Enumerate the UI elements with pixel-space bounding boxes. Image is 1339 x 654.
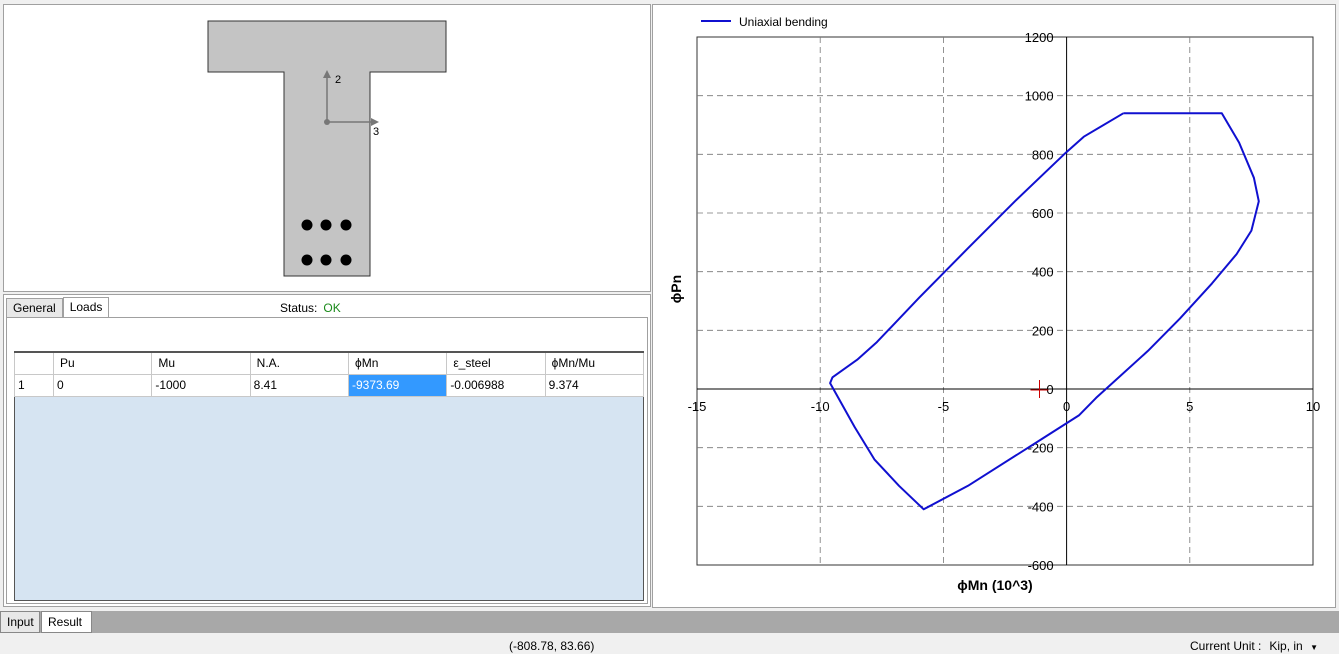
y-axis-title: ϕPn	[668, 275, 684, 303]
status-indicator: Status: OK	[280, 301, 341, 315]
plot-area	[696, 36, 1314, 566]
column-header-na[interactable]: N.A.	[249, 351, 349, 375]
cell-na[interactable]: 8.41	[249, 373, 349, 397]
interaction-diagram[interactable]: -15 -10 -5 0 5 10-600-400-2000200400600800100…	[653, 5, 1335, 607]
cell-pu[interactable]: 0	[52, 373, 153, 397]
y-tick-label: 200	[1032, 323, 1054, 338]
column-header-mu[interactable]: Mu	[151, 351, 251, 375]
unit-label: Current Unit :	[1190, 639, 1262, 653]
table-corner[interactable]	[14, 351, 54, 375]
table-header-row: Pu Mu N.A. ϕMn ε_steel ϕMn/Mu	[14, 351, 645, 375]
section-view-panel: 2 3	[3, 4, 651, 292]
chevron-down-icon[interactable]: ▼	[1310, 643, 1318, 652]
cursor-coordinates: (-808.78, 83.66)	[509, 639, 595, 653]
y-tick-label: 1000	[1025, 89, 1054, 104]
column-header-ratio[interactable]: ϕMn/Mu	[544, 351, 645, 375]
axis-2-label: 2	[335, 74, 341, 86]
tab-input[interactable]: Input	[0, 611, 40, 633]
rebar	[320, 219, 332, 231]
y-tick-label: -600	[1028, 558, 1054, 573]
x-tick-label: 10	[1306, 399, 1320, 414]
unit-value[interactable]: Kip, in	[1269, 639, 1302, 653]
rebar	[340, 254, 352, 266]
tab-loads[interactable]: Loads	[62, 297, 110, 319]
status-bar: (-808.78, 83.66) Current Unit : Kip, in ▼	[0, 634, 1339, 654]
y-tick-label: -400	[1028, 499, 1054, 514]
x-tick-label: -10	[811, 399, 830, 414]
table-empty-area[interactable]	[14, 397, 644, 601]
column-header-pu[interactable]: Pu	[52, 351, 153, 375]
loads-tab-body: Pu Mu N.A. ϕMn ε_steel ϕMn/Mu 1 0 -1000 …	[6, 317, 648, 604]
x-tick-label: -5	[938, 399, 950, 414]
t-section-shape	[207, 20, 447, 277]
loads-tab-strip: General Loads	[6, 296, 110, 319]
tab-result[interactable]: Result	[41, 611, 92, 633]
rebar	[340, 219, 352, 231]
y-tick-label: 1200	[1025, 30, 1054, 45]
column-header-steel-strain[interactable]: ε_steel	[446, 351, 546, 375]
x-axis-title: ϕMn (10^3)	[957, 577, 1032, 593]
rebar	[320, 254, 332, 266]
axis-3-label: 3	[373, 126, 379, 138]
y-tick-label: 400	[1032, 265, 1054, 280]
x-tick-label: -15	[688, 399, 707, 414]
rebar	[301, 254, 313, 266]
legend-label: Uniaxial bending	[739, 15, 828, 29]
x-tick-label: 0	[1063, 399, 1070, 414]
x-tick-label: 5	[1186, 399, 1193, 414]
loads-panel: General Loads Status: OK Pu Mu N.A. ϕMn ε…	[3, 294, 651, 607]
status-value: OK	[323, 301, 341, 315]
section-drawing: 2 3	[207, 20, 447, 277]
y-tick-label: -200	[1028, 441, 1054, 456]
y-tick-label: 600	[1032, 206, 1054, 221]
y-tick-label: 800	[1032, 147, 1054, 162]
cell-phimn[interactable]: -9373.69	[347, 373, 448, 397]
interaction-diagram-panel: -15 -10 -5 0 5 10 -600 -400 -200 0 200 400 600 800 100…	[652, 4, 1336, 608]
column-header-phimn[interactable]: ϕMn	[347, 351, 448, 375]
rebar	[301, 219, 313, 231]
cell-ratio[interactable]: 9.374	[544, 373, 645, 397]
cell-steel-strain[interactable]: -0.006988	[446, 373, 546, 397]
row-index[interactable]: 1	[14, 373, 54, 397]
status-label: Status:	[280, 301, 318, 315]
table-row[interactable]: 1 0 -1000 8.41 -9373.69 -0.006988 9.374	[14, 373, 645, 397]
unit-selector[interactable]: Current Unit : Kip, in ▼	[1190, 639, 1318, 653]
loads-table: Pu Mu N.A. ϕMn ε_steel ϕMn/Mu 1 0 -1000 …	[14, 351, 645, 397]
tab-general[interactable]: General	[6, 298, 63, 318]
cell-mu[interactable]: -1000	[151, 373, 251, 397]
bottom-tab-bar: Input Result	[0, 611, 1339, 633]
